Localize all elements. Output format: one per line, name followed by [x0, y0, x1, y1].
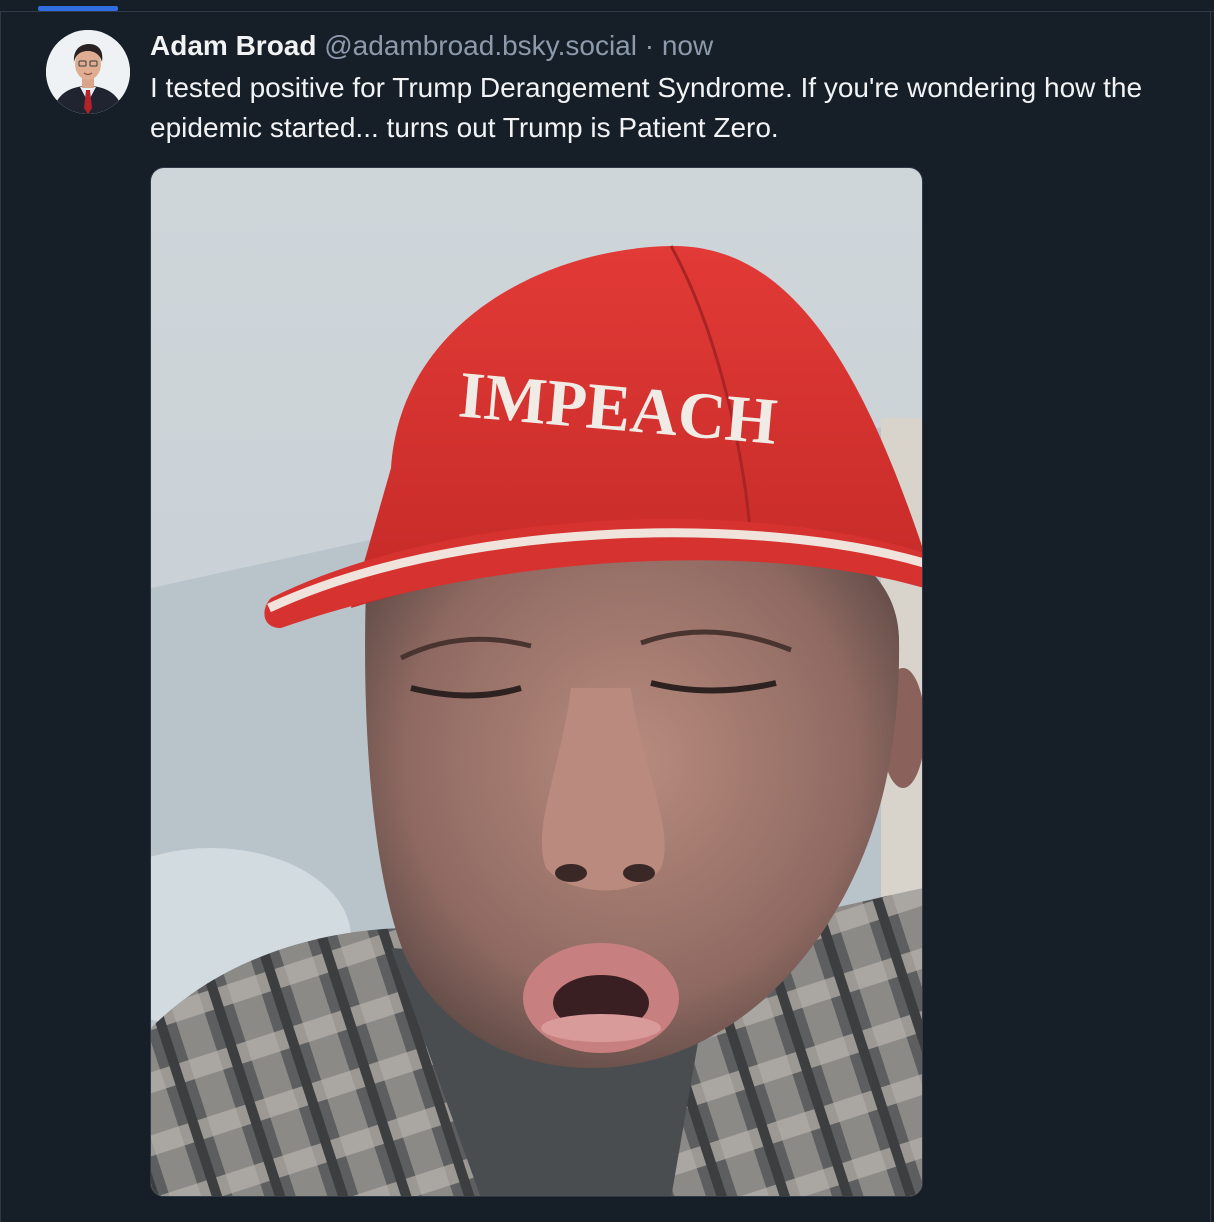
- post-meta: Adam Broad @adambroad.bsky.social · now: [150, 26, 1190, 66]
- avatar[interactable]: [46, 30, 130, 114]
- feed-left-border: [0, 12, 1, 1222]
- meta-separator: ·: [644, 30, 655, 61]
- post-timestamp[interactable]: now: [662, 30, 713, 61]
- post-image[interactable]: IMPEACH: [150, 167, 923, 1197]
- post-content: Adam Broad @adambroad.bsky.social · now …: [150, 26, 1190, 148]
- post-text: I tested positive for Trump Derangement …: [150, 72, 1143, 143]
- top-border: [0, 0, 1214, 12]
- selfie-photo: IMPEACH: [151, 168, 922, 1196]
- person-portrait-avatar-icon: [46, 30, 130, 114]
- author-handle[interactable]: @adambroad.bsky.social: [324, 30, 637, 61]
- author-display-name[interactable]: Adam Broad: [150, 30, 316, 61]
- feed-right-border: [1210, 12, 1211, 1222]
- active-tab-indicator: [38, 6, 118, 11]
